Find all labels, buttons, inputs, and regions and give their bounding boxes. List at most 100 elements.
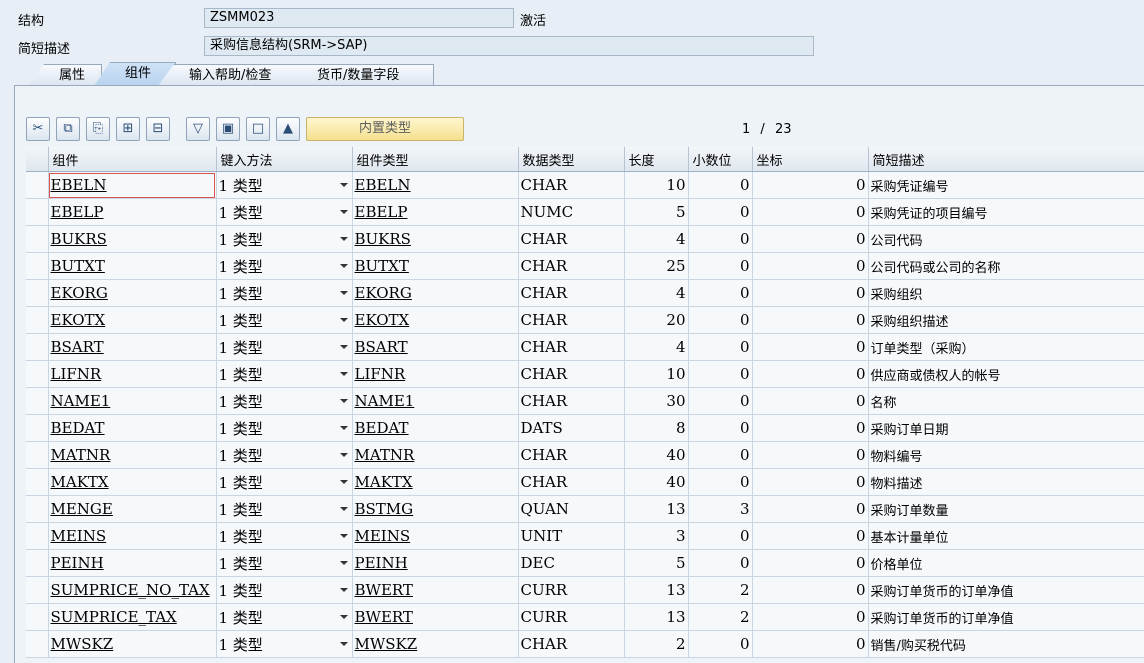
component-type-cell[interactable]: PEINH bbox=[352, 549, 519, 577]
decimals-cell[interactable]: 0 bbox=[688, 387, 753, 415]
component-cell[interactable]: BEDAT bbox=[48, 414, 217, 442]
decimals-cell[interactable]: 0 bbox=[688, 360, 753, 388]
delete-row-icon[interactable]: ⊟ bbox=[146, 117, 170, 141]
decimals-cell[interactable]: 2 bbox=[688, 576, 753, 604]
component-type-cell[interactable]: MWSKZ bbox=[352, 630, 519, 658]
component-name[interactable]: EKOTX bbox=[51, 311, 106, 329]
component-cell[interactable]: NAME1 bbox=[48, 387, 217, 415]
component-type-cell[interactable]: EBELP bbox=[352, 198, 519, 226]
decimals-cell[interactable]: 0 bbox=[688, 333, 753, 361]
dropdown-arrow-icon[interactable] bbox=[339, 480, 348, 484]
dropdown-arrow-icon[interactable] bbox=[339, 642, 348, 646]
dropdown-arrow-icon[interactable] bbox=[339, 291, 348, 295]
description-field[interactable]: 采购信息结构(SRM->SAP) bbox=[204, 36, 814, 56]
typing-method-cell[interactable]: 1 类型 bbox=[216, 603, 353, 631]
component-type-cell[interactable]: EBELN bbox=[352, 171, 519, 199]
filter-icon[interactable]: ▽ bbox=[186, 117, 210, 141]
component-name[interactable]: SUMPRICE_NO_TAX bbox=[51, 581, 210, 599]
decimals-cell[interactable]: 0 bbox=[688, 549, 753, 577]
dropdown-arrow-icon[interactable] bbox=[339, 399, 348, 403]
dropdown-arrow-icon[interactable] bbox=[339, 345, 348, 349]
component-type-cell[interactable]: NAME1 bbox=[352, 387, 519, 415]
component-name[interactable]: MENGE bbox=[51, 500, 113, 518]
component-type-cell[interactable]: EKOTX bbox=[352, 306, 519, 334]
typing-method-cell[interactable]: 1 类型 bbox=[216, 576, 353, 604]
coordinate-cell[interactable]: 0 bbox=[752, 441, 869, 469]
table-row[interactable]: MAKTX 1 类型 MAKTX CHAR 40 0 0 物料描述 bbox=[26, 468, 1144, 496]
component-cell[interactable]: EBELP bbox=[48, 198, 217, 226]
component-name[interactable]: PEINH bbox=[51, 554, 104, 572]
component-name[interactable]: EKORG bbox=[51, 284, 108, 302]
component-type-value[interactable]: MWSKZ bbox=[355, 635, 418, 653]
tab-attributes[interactable]: 属性 bbox=[28, 64, 102, 86]
dropdown-arrow-icon[interactable] bbox=[339, 561, 348, 565]
component-type-value[interactable]: BWERT bbox=[355, 608, 413, 626]
structure-name-field[interactable]: ZSMM023 bbox=[204, 8, 514, 28]
coordinate-cell[interactable]: 0 bbox=[752, 495, 869, 523]
decimals-cell[interactable]: 0 bbox=[688, 468, 753, 496]
data-type-cell[interactable]: CHAR bbox=[518, 225, 625, 253]
coordinate-cell[interactable]: 0 bbox=[752, 252, 869, 280]
length-cell[interactable]: 25 bbox=[624, 252, 689, 280]
component-cell[interactable]: MWSKZ bbox=[48, 630, 217, 658]
component-type-cell[interactable]: LIFNR bbox=[352, 360, 519, 388]
component-cell[interactable]: SUMPRICE_TAX bbox=[48, 603, 217, 631]
length-cell[interactable]: 4 bbox=[624, 279, 689, 307]
length-cell[interactable]: 40 bbox=[624, 441, 689, 469]
coordinate-cell[interactable]: 0 bbox=[752, 306, 869, 334]
tab-input-help[interactable]: 输入帮助/检查 bbox=[158, 64, 306, 86]
component-type-value[interactable]: EBELN bbox=[355, 176, 411, 194]
data-type-cell[interactable]: CHAR bbox=[518, 630, 625, 658]
decimals-cell[interactable]: 2 bbox=[688, 603, 753, 631]
decimals-cell[interactable]: 0 bbox=[688, 306, 753, 334]
dropdown-arrow-icon[interactable] bbox=[339, 318, 348, 322]
table-row[interactable]: BEDAT 1 类型 BEDAT DATS 8 0 0 采购订单日期 bbox=[26, 414, 1144, 442]
col-component[interactable]: 组件 bbox=[48, 147, 217, 172]
coordinate-cell[interactable]: 0 bbox=[752, 360, 869, 388]
row-selector[interactable] bbox=[26, 576, 49, 604]
col-length[interactable]: 长度 bbox=[624, 147, 689, 172]
data-type-cell[interactable]: CURR bbox=[518, 576, 625, 604]
component-type-value[interactable]: MAKTX bbox=[355, 473, 413, 491]
component-type-cell[interactable]: MEINS bbox=[352, 522, 519, 550]
typing-method-cell[interactable]: 1 类型 bbox=[216, 279, 353, 307]
data-type-cell[interactable]: CHAR bbox=[518, 333, 625, 361]
component-type-cell[interactable]: BWERT bbox=[352, 603, 519, 631]
row-selector[interactable] bbox=[26, 252, 49, 280]
component-cell[interactable]: MEINS bbox=[48, 522, 217, 550]
component-name[interactable]: EBELN bbox=[51, 176, 107, 194]
table-row[interactable]: MATNR 1 类型 MATNR CHAR 40 0 0 物料编号 bbox=[26, 441, 1144, 469]
typing-method-cell[interactable]: 1 类型 bbox=[216, 387, 353, 415]
component-type-value[interactable]: MEINS bbox=[355, 527, 411, 545]
row-selector[interactable] bbox=[26, 495, 49, 523]
component-name[interactable]: BUKRS bbox=[51, 230, 107, 248]
typing-method-cell[interactable]: 1 类型 bbox=[216, 549, 353, 577]
coordinate-cell[interactable]: 0 bbox=[752, 576, 869, 604]
row-selector[interactable] bbox=[26, 225, 49, 253]
row-selector[interactable] bbox=[26, 441, 49, 469]
dropdown-arrow-icon[interactable] bbox=[339, 453, 348, 457]
coordinate-cell[interactable]: 0 bbox=[752, 171, 869, 199]
table-row[interactable]: BUTXT 1 类型 BUTXT CHAR 25 0 0 公司代码或公司的名称 bbox=[26, 252, 1144, 280]
tab-currency-quantity[interactable]: 货币/数量字段 bbox=[286, 64, 434, 86]
col-decimals[interactable]: 小数位 bbox=[688, 147, 753, 172]
decimals-cell[interactable]: 0 bbox=[688, 171, 753, 199]
typing-method-cell[interactable]: 1 类型 bbox=[216, 495, 353, 523]
component-name[interactable]: MAKTX bbox=[51, 473, 109, 491]
length-cell[interactable]: 20 bbox=[624, 306, 689, 334]
decimals-cell[interactable]: 0 bbox=[688, 522, 753, 550]
component-cell[interactable]: MENGE bbox=[48, 495, 217, 523]
component-name[interactable]: MATNR bbox=[51, 446, 111, 464]
length-cell[interactable]: 3 bbox=[624, 522, 689, 550]
component-cell[interactable]: SUMPRICE_NO_TAX bbox=[48, 576, 217, 604]
data-type-cell[interactable]: CHAR bbox=[518, 279, 625, 307]
row-selector[interactable] bbox=[26, 171, 49, 199]
decimals-cell[interactable]: 0 bbox=[688, 630, 753, 658]
row-selector[interactable] bbox=[26, 630, 49, 658]
typing-method-cell[interactable]: 1 类型 bbox=[216, 414, 353, 442]
data-type-cell[interactable]: CHAR bbox=[518, 171, 625, 199]
copy-icon[interactable]: ⧉ bbox=[56, 117, 80, 141]
length-cell[interactable]: 8 bbox=[624, 414, 689, 442]
component-cell[interactable]: LIFNR bbox=[48, 360, 217, 388]
dropdown-arrow-icon[interactable] bbox=[339, 426, 348, 430]
